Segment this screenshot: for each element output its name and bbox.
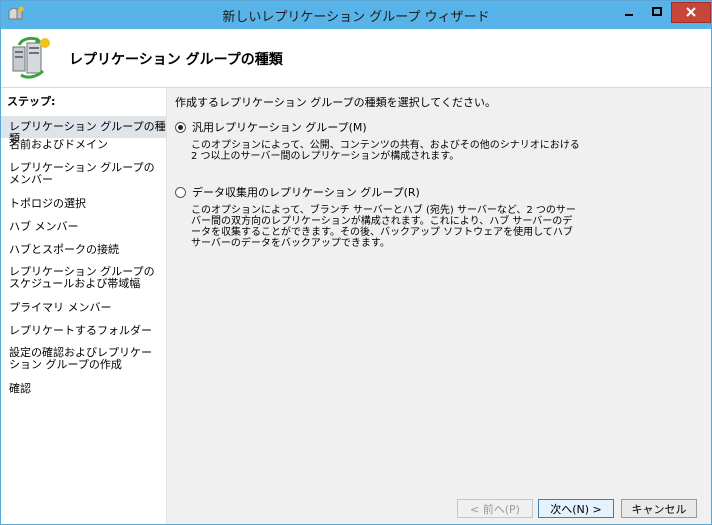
content-panel: 作成するレプリケーション グループの種類を選択してください。 汎用レプリケーショ… <box>167 88 711 524</box>
option-label: 汎用レプリケーション グループ(M) <box>192 121 367 134</box>
wizard-header: レプリケーション グループの種類 <box>1 29 711 88</box>
step-replication-group-type[interactable]: レプリケーション グループの種類 <box>1 116 166 145</box>
steps-heading: ステップ: <box>7 95 56 108</box>
step-group-members[interactable]: レプリケーション グループのメンバー <box>1 162 166 190</box>
close-icon <box>685 3 697 22</box>
option-description: このオプションによって、公開、コンテンツの共有、およびその他のシナリオにおける … <box>191 140 580 162</box>
wizard-window: 新しいレプリケーション グループ ウィザード レプリケーション グループの種類 … <box>0 0 712 525</box>
maximize-icon <box>651 3 663 22</box>
option-data-collection[interactable]: データ収集用のレプリケーション グループ(R) <box>175 184 420 200</box>
step-folders[interactable]: レプリケートするフォルダー <box>1 325 166 343</box>
page-title: レプリケーション グループの種類 <box>69 52 283 68</box>
minimize-icon <box>623 3 635 22</box>
step-topology[interactable]: トポロジの選択 <box>1 198 166 216</box>
instruction-text: 作成するレプリケーション グループの種類を選択してください。 <box>175 96 496 109</box>
option-general-purpose[interactable]: 汎用レプリケーション グループ(M) <box>175 119 367 135</box>
step-confirmation[interactable]: 確認 <box>1 383 166 401</box>
step-hub-spoke[interactable]: ハブとスポークの接続 <box>1 244 166 262</box>
window-title: 新しいレプリケーション グループ ウィザード <box>222 10 490 25</box>
maximize-button[interactable] <box>643 2 670 23</box>
step-name-domain[interactable]: 名前およびドメイン <box>1 139 166 157</box>
steps-panel: ステップ: レプリケーション グループの種類 名前およびドメイン レプリケーショ… <box>1 88 167 524</box>
option-label: データ収集用のレプリケーション グループ(R) <box>192 186 420 199</box>
close-button[interactable] <box>671 2 711 23</box>
step-primary-member[interactable]: プライマリ メンバー <box>1 302 166 320</box>
cancel-button[interactable]: キャンセル <box>621 499 697 518</box>
step-review-create[interactable]: 設定の確認およびレプリケーション グループの作成 <box>1 347 166 375</box>
back-button[interactable]: < 前へ(P) <box>457 499 533 518</box>
radio-general-purpose[interactable] <box>175 121 186 133</box>
option-description: このオプションによって、ブランチ サーバーとハブ (宛先) サーバーなど、2 つ… <box>191 205 576 249</box>
server-replication-icon <box>9 35 53 79</box>
step-hub-members[interactable]: ハブ メンバー <box>1 221 166 239</box>
radio-data-collection[interactable] <box>175 186 186 198</box>
title-bar[interactable]: 新しいレプリケーション グループ ウィザード <box>1 1 711 29</box>
step-schedule-bandwidth[interactable]: レプリケーション グループのスケジュールおよび帯域幅 <box>1 266 166 294</box>
next-button[interactable]: 次へ(N) > <box>538 499 614 518</box>
minimize-button[interactable] <box>615 2 643 23</box>
